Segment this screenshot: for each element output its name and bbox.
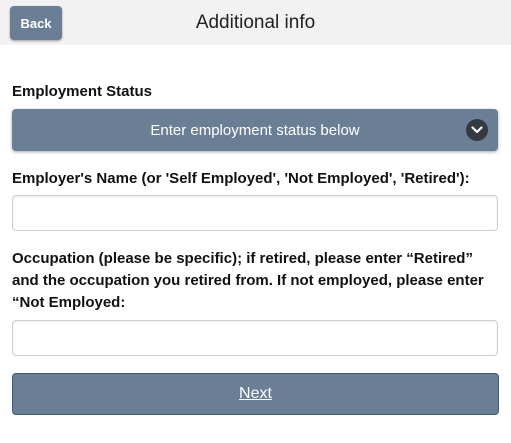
- next-button[interactable]: Next: [12, 373, 499, 415]
- employer-name-input[interactable]: [12, 195, 498, 231]
- back-button[interactable]: Back: [10, 6, 62, 40]
- occupation-label: Occupation (please be specific); if reti…: [12, 250, 484, 311]
- employment-status-select[interactable]: Enter employment status below: [12, 109, 498, 151]
- occupation-input[interactable]: [12, 320, 498, 356]
- employment-status-value: Enter employment status below: [150, 121, 360, 139]
- page-title: Additional info: [195, 12, 316, 33]
- chevron-down-icon: [466, 119, 488, 141]
- employer-name-label: Employer's Name (or 'Self Employed', 'No…: [12, 170, 470, 187]
- employment-status-label: Employment Status: [12, 83, 153, 100]
- header-bar: Additional info Back: [0, 0, 511, 45]
